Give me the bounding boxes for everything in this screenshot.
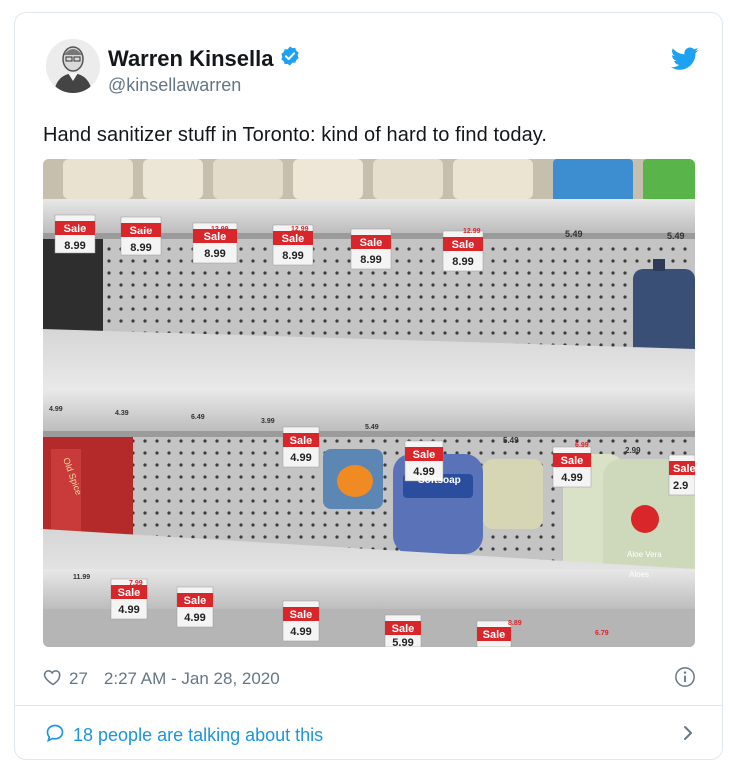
author-name[interactable]: Warren Kinsella — [108, 46, 273, 72]
product-label: Softsoap — [418, 475, 461, 486]
small-price: 12.99 — [291, 226, 309, 233]
like-count: 27 — [69, 669, 88, 688]
divider — [15, 705, 722, 706]
price-text: 8.99 — [130, 242, 151, 254]
small-price: 7.99 — [129, 580, 143, 587]
small-price: 12.99 — [65, 222, 83, 229]
small-price: 12.99 — [463, 228, 481, 235]
sale-label: Sale — [413, 449, 436, 461]
sale-label: Sale — [452, 239, 475, 251]
tweet-timestamp[interactable]: 2:27 AM - Jan 28, 2020 — [104, 669, 280, 689]
price-text: 8.99 — [204, 248, 225, 260]
verified-badge-icon — [279, 45, 301, 73]
small-price: 12.99 — [211, 226, 229, 233]
author-handle[interactable]: @kinsellawarren — [108, 75, 241, 96]
price-tag-top-2: Sale 8.99 — [120, 216, 162, 256]
sale-label: Sale — [673, 463, 695, 475]
price-text: 4.99 — [118, 604, 139, 616]
sale-label: Sale — [290, 435, 313, 447]
price-tag-top-1: Sale 8.99 — [54, 214, 96, 254]
tweet-text: Hand sanitizer stuff in Toronto: kind of… — [43, 124, 548, 146]
small-price: 5.49 — [365, 424, 379, 431]
chevron-right-icon[interactable] — [680, 723, 696, 748]
small-price: 6.79 — [595, 630, 609, 637]
small-price: 4.99 — [49, 406, 63, 413]
product-label: Aloe Vera — [627, 550, 662, 559]
author-name-row[interactable]: Warren Kinsella — [108, 45, 301, 73]
price-tag-bot-2: Sale 4.99 — [176, 586, 214, 628]
price-text: 2.9 — [673, 480, 688, 492]
sale-label: Sale — [282, 233, 305, 245]
price-text: 5.99 — [392, 637, 413, 647]
small-price: 8.89 — [508, 620, 522, 627]
price-text: 8.99 — [64, 240, 85, 252]
tweet-photo[interactable]: Sale 8.99 Sale 8.99 Sale 8.99 Sale 8.99 — [43, 159, 695, 647]
price-text: 8.99 — [282, 250, 303, 262]
tweet-card: Warren Kinsella @kinsellawarren Hand san… — [14, 12, 723, 760]
sale-label: Sale — [392, 623, 415, 635]
conversation-link[interactable]: 18 people are talking about this — [45, 721, 696, 749]
product-label: Aloes — [629, 570, 649, 579]
price-tag-mid-3: Sale 4.99 — [552, 446, 592, 488]
price-tag-top-5: Sale 8.99 — [350, 228, 392, 270]
conversation-label[interactable]: 18 people are talking about this — [73, 725, 323, 746]
price-tag-bot-5: Sale — [476, 620, 512, 647]
small-price: 5.49 — [503, 436, 519, 445]
small-price: 6.99 — [575, 442, 589, 449]
sale-label: Sale — [184, 595, 207, 607]
price-text: 4.99 — [561, 472, 582, 484]
price-tag-mid-1: Sale 4.99 — [282, 426, 320, 468]
price-text: 4.99 — [184, 612, 205, 624]
small-price: 3.99 — [261, 418, 275, 425]
price-text: 8.99 — [452, 256, 473, 268]
small-price: 5.49 — [667, 231, 685, 241]
avatar[interactable] — [46, 39, 100, 93]
price-tag-bot-4: Sale 5.99 — [384, 614, 422, 647]
sale-label: Sale — [290, 609, 313, 621]
twitter-bird-icon[interactable] — [670, 47, 699, 71]
small-price: 2.99 — [625, 446, 641, 455]
price-tag-top-6: Sale 8.99 — [442, 230, 484, 272]
sale-label: Sale — [561, 455, 584, 467]
price-tag-mid-4: Sale 2.9 — [668, 454, 695, 496]
sale-label: Sale — [360, 237, 383, 249]
heart-icon[interactable] — [43, 667, 63, 692]
sale-label: Sale — [483, 629, 506, 641]
sale-label: Sale — [118, 587, 141, 599]
small-price: 12.99 — [138, 224, 156, 231]
small-price: 6.49 — [191, 414, 205, 421]
info-icon[interactable] — [674, 666, 696, 693]
small-price: 4.39 — [115, 410, 129, 417]
price-text: 4.99 — [290, 626, 311, 638]
small-price: 5.49 — [565, 229, 583, 239]
speech-bubble-icon — [45, 723, 65, 748]
small-price: 11.99 — [73, 574, 90, 581]
price-text: 8.99 — [360, 254, 381, 266]
price-tag-bot-3: Sale 4.99 — [282, 600, 320, 642]
like-button[interactable]: 27 — [43, 667, 88, 692]
price-text: 4.99 — [290, 452, 311, 464]
tweet-meta: 27 2:27 AM - Jan 28, 2020 — [43, 665, 696, 693]
